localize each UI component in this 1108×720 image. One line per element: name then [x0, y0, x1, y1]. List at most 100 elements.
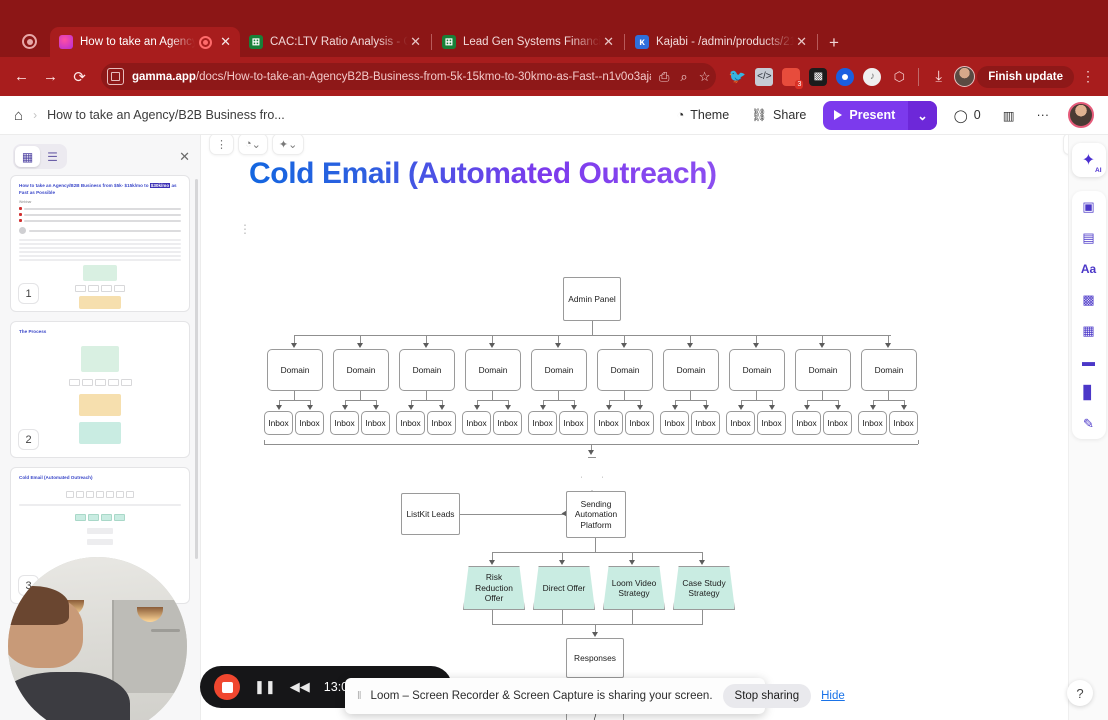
thumbnail-shape: [79, 296, 121, 310]
close-tab-icon[interactable]: ✕: [218, 34, 233, 50]
twitter-extension-icon[interactable]: 🐦: [728, 68, 746, 86]
text-icon[interactable]: Aa: [1079, 259, 1098, 278]
zoom-icon[interactable]: ⌕: [680, 69, 687, 85]
extensions-row: 🐦 </> 3 ▩ ♪ ⬡: [724, 67, 912, 89]
window-control-icon[interactable]: [22, 34, 37, 49]
finish-update-button[interactable]: Finish update: [977, 65, 1074, 88]
slide-number: 1: [18, 283, 39, 304]
ai-caret-icon: ⌄: [288, 138, 298, 151]
install-app-icon[interactable]: ⎙: [659, 69, 669, 85]
diagram-arrow: [439, 405, 445, 410]
new-tab-button[interactable]: +: [819, 33, 849, 57]
drag-grip-icon[interactable]: ‖: [357, 690, 361, 702]
blue-extension-icon[interactable]: [836, 67, 855, 86]
thumbnail-shape: [79, 393, 121, 416]
palette-icon[interactable]: ◔ ⌄: [238, 135, 268, 155]
sidebar-scrollbar[interactable]: [195, 179, 198, 559]
home-icon[interactable]: ⌂: [14, 107, 23, 124]
diagram-arrow: [571, 405, 577, 410]
theme-button[interactable]: ◔ Theme: [668, 102, 738, 128]
close-tab-icon[interactable]: ✕: [794, 34, 809, 50]
slide-thumbnail-2[interactable]: The Process 2: [10, 321, 190, 458]
puzzle-extensions-icon[interactable]: ⬡: [890, 68, 908, 86]
reload-button[interactable]: ⟳: [66, 63, 93, 90]
tab-title: CAC:LTV Ratio Analysis - Goo: [270, 36, 409, 48]
image-icon[interactable]: ▩: [1079, 290, 1098, 309]
diagram-arrow: [592, 632, 598, 637]
tab-recording-indicator-icon: [199, 35, 213, 49]
comments-button[interactable]: ◯ 0: [945, 102, 990, 129]
sparkle-ai-icon[interactable]: ✦ ⌄: [271, 135, 305, 155]
google-sheets-icon: [249, 35, 263, 49]
rewind-icon[interactable]: ◀◀: [290, 679, 310, 695]
extension-badge-count: 3: [795, 79, 804, 89]
pause-icon[interactable]: ❚❚: [254, 679, 276, 695]
video-embed-icon[interactable]: ▦: [1079, 321, 1098, 340]
diagram-arrow: [637, 405, 643, 410]
browser-tab-gamma[interactable]: How to take an Agency/B2B ✕: [50, 27, 240, 57]
hide-notification-link[interactable]: Hide: [821, 690, 845, 702]
diagram-connector: [562, 610, 563, 624]
user-avatar[interactable]: [1068, 102, 1094, 128]
button-icon[interactable]: ▬: [1079, 352, 1098, 371]
webcam-bubble[interactable]: [8, 557, 187, 720]
media-card-icon[interactable]: ▣: [1079, 197, 1098, 216]
diagram-arrow: [835, 405, 841, 410]
slide-sidebar: ▦ ☰ ✕ How to take an Agency/B2B Business…: [0, 135, 201, 720]
close-sidebar-icon[interactable]: ✕: [179, 149, 190, 165]
code-extension-icon[interactable]: </>: [755, 67, 774, 86]
diagram-node-inbox: Inbox: [295, 411, 324, 435]
browser-tab-cac-ltv[interactable]: CAC:LTV Ratio Analysis - Goo ✕: [240, 27, 430, 57]
app-header: ⌂ › How to take an Agency/B2B Business f…: [0, 96, 1108, 135]
diagram-connector: [426, 391, 427, 400]
tab-divider: [624, 34, 625, 50]
breadcrumb-title[interactable]: How to take an Agency/B2B Business fro..…: [47, 108, 285, 122]
bookmark-star-icon[interactable]: ☆: [699, 69, 711, 85]
diagram-node-inbox: Inbox: [792, 411, 821, 435]
help-button[interactable]: ?: [1067, 680, 1093, 706]
present-dropdown-caret-icon[interactable]: ⌄: [908, 100, 937, 130]
omnibox-actions: ⎙ ⌕ ☆: [651, 69, 710, 85]
analytics-icon[interactable]: ▥: [994, 102, 1024, 129]
drag-handle-icon[interactable]: ⋮: [209, 135, 234, 155]
block-handle-icon[interactable]: ⋮: [239, 223, 251, 235]
browser-tab-lead-gen[interactable]: Lead Gen Systems Financial A ✕: [433, 27, 623, 57]
stop-recording-icon[interactable]: [214, 674, 240, 700]
diagram-arrow: [588, 450, 594, 455]
layout-card-icon[interactable]: ▤: [1079, 228, 1098, 247]
address-bar[interactable]: gamma.app/docs/How-to-take-an-AgencyB2B-…: [101, 63, 717, 90]
sparkle-ai-icon[interactable]: ✦ AI: [1071, 143, 1106, 177]
thumbnail-shape-row: [19, 285, 181, 293]
profile-avatar[interactable]: [954, 66, 976, 87]
url-path: /docs/How-to-take-an-AgencyB2B-Business-…: [195, 70, 651, 83]
close-tab-icon[interactable]: ✕: [408, 34, 423, 50]
music-extension-icon[interactable]: ♪: [863, 67, 882, 86]
stop-sharing-button[interactable]: Stop sharing: [722, 684, 812, 708]
grid-view-icon[interactable]: ▦: [15, 146, 40, 167]
badge-extension-icon[interactable]: 3: [782, 67, 804, 89]
diagram-connector: [592, 321, 593, 335]
draw-edit-icon[interactable]: ✎: [1079, 414, 1098, 433]
grid-extension-icon[interactable]: ▩: [809, 67, 828, 86]
chart-icon[interactable]: ▊: [1079, 383, 1098, 402]
more-options-button[interactable]: ···: [1028, 102, 1059, 128]
slide-thumbnail-1[interactable]: How to take an Agency/B2B Business from …: [10, 175, 190, 312]
download-icon[interactable]: ⤓: [925, 63, 952, 90]
present-main[interactable]: Present: [823, 101, 908, 129]
back-button[interactable]: ←: [8, 63, 35, 90]
play-icon: [834, 110, 843, 120]
present-button[interactable]: Present ⌄: [823, 100, 937, 130]
diagram-arrow: [885, 343, 891, 348]
browser-menu-button[interactable]: ⋮: [1076, 68, 1100, 85]
diagram-node-inbox: Inbox: [330, 411, 359, 435]
list-view-icon[interactable]: ☰: [40, 146, 65, 167]
diagram-node-domain: Domain: [729, 349, 785, 391]
diagram-arrow: [870, 405, 876, 410]
forward-button[interactable]: →: [37, 63, 64, 90]
share-button[interactable]: ⛓ Share: [742, 102, 815, 129]
diagram-arrow: [629, 560, 635, 565]
tab-divider: [431, 34, 432, 50]
close-tab-icon[interactable]: ✕: [601, 34, 616, 50]
browser-tab-kajabi[interactable]: Kajabi - /admin/products/2147 ✕: [626, 27, 816, 57]
site-info-icon[interactable]: [107, 68, 124, 85]
